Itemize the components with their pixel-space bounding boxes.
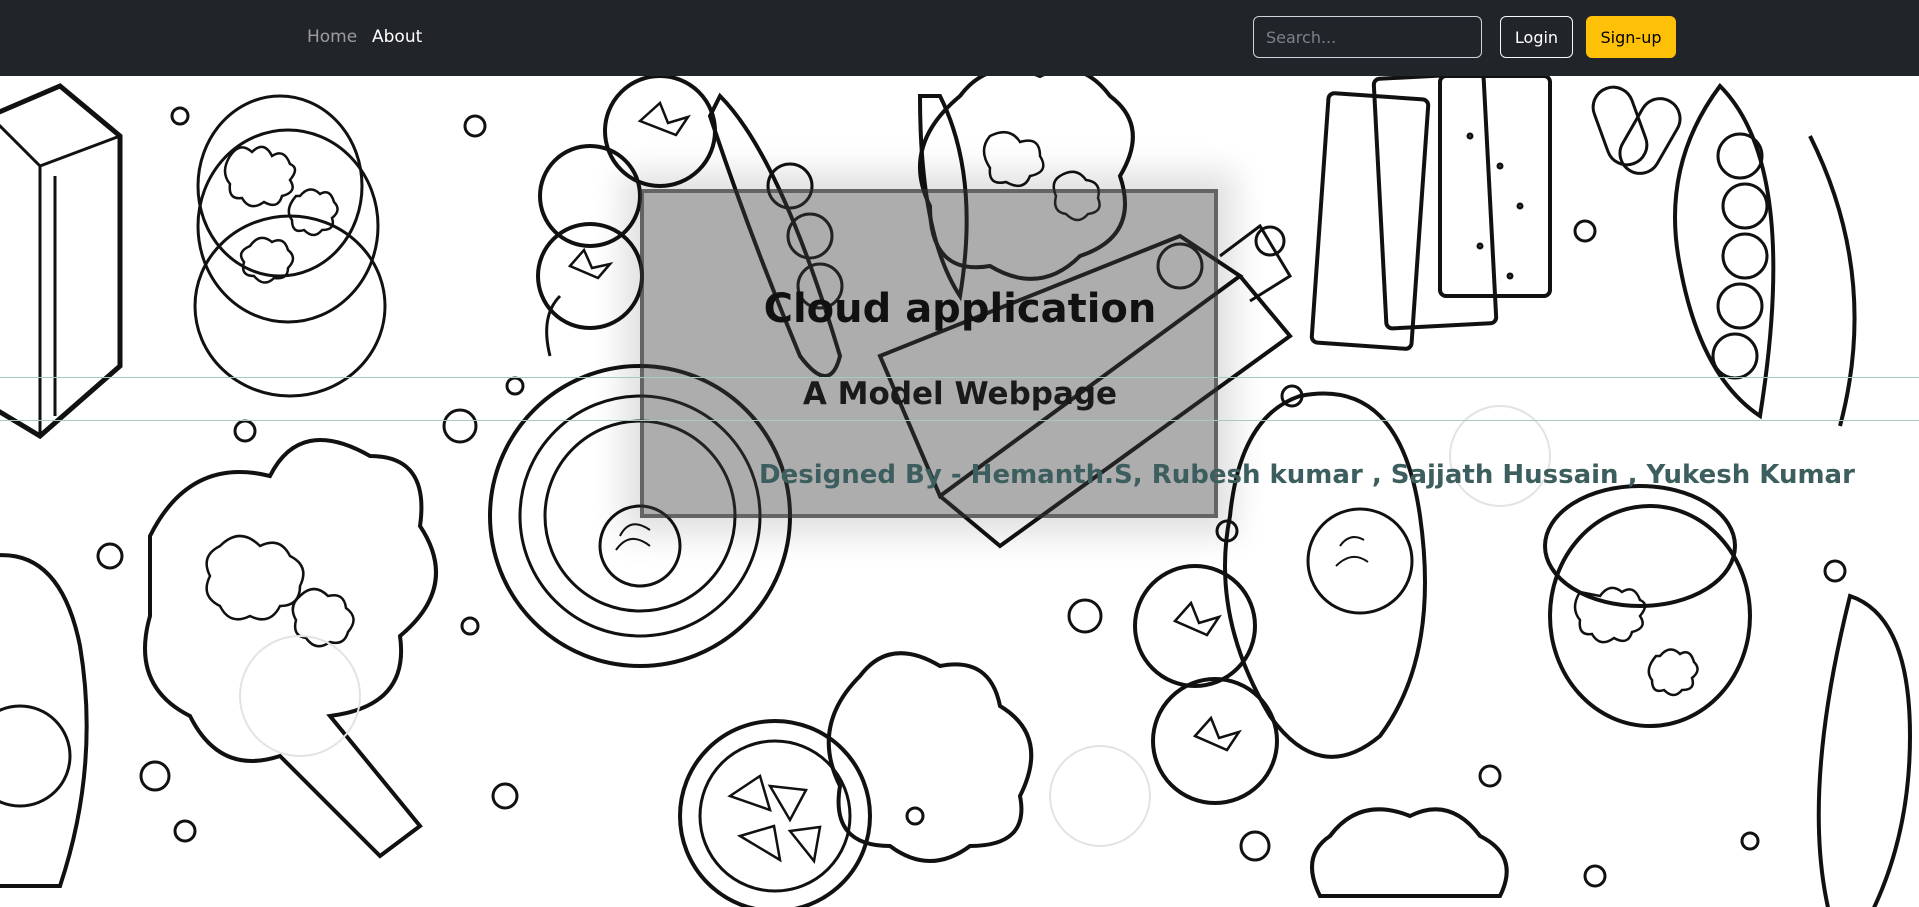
top-navbar: Home About Login Sign-up <box>0 0 1919 76</box>
signup-button[interactable]: Sign-up <box>1586 16 1676 58</box>
hero-subtitle: A Model Webpage <box>802 376 1118 412</box>
nav-link-about[interactable]: About <box>372 25 422 49</box>
hero-title: Cloud application <box>763 286 1157 332</box>
nav-link-home[interactable]: Home <box>307 25 357 49</box>
hero-credits: Designed By - Hemanth.S, Rubesh kumar , … <box>759 460 1855 490</box>
hero-section: Cloud application A Model Webpage Design… <box>0 76 1919 907</box>
login-button[interactable]: Login <box>1500 16 1573 58</box>
search-input[interactable] <box>1253 16 1482 58</box>
